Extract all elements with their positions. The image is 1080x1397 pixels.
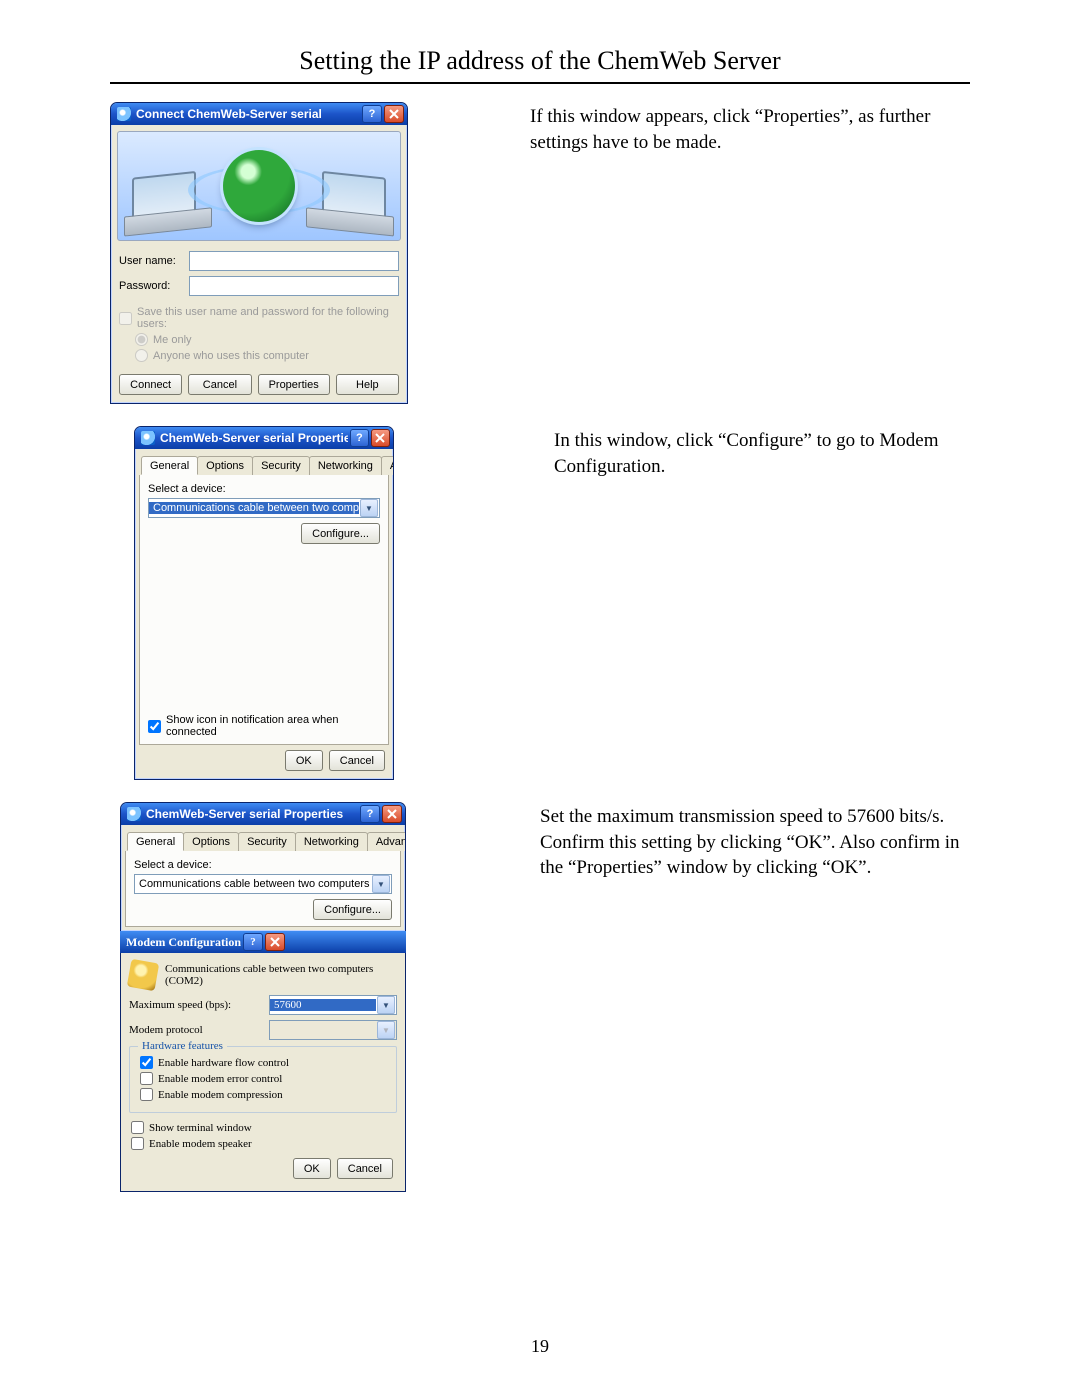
modem-icon: [127, 959, 159, 991]
modem-protocol-label: Modem protocol: [129, 1024, 269, 1036]
hardware-features-group: Hardware features Enable hardware flow c…: [129, 1046, 397, 1113]
tab-bar: General Options Security Networking Adva…: [141, 455, 387, 475]
section2-caption: In this window, click “Configure” to go …: [554, 426, 970, 479]
help-title-button[interactable]: ?: [350, 429, 369, 447]
page-title: Setting the IP address of the ChemWeb Se…: [110, 46, 970, 76]
password-input[interactable]: [189, 276, 399, 296]
section1-caption: If this window appears, click “Propertie…: [530, 102, 970, 155]
max-speed-combobox[interactable]: 57600 ▼: [269, 995, 397, 1015]
modem-config-titlebar: Modem Configuration ?: [120, 931, 406, 953]
cancel-button[interactable]: Cancel: [337, 1158, 393, 1179]
tab-networking[interactable]: Networking: [309, 456, 382, 475]
app-icon: [127, 807, 141, 821]
tab-bar: General Options Security Networking Adva…: [127, 831, 399, 851]
tab-options[interactable]: Options: [183, 832, 239, 851]
properties-window: ChemWeb-Server serial Properties ? Gener…: [134, 426, 394, 780]
cancel-button[interactable]: Cancel: [188, 374, 251, 395]
close-title-button[interactable]: [384, 105, 404, 123]
help-title-button[interactable]: ?: [243, 933, 263, 951]
max-speed-label: Maximum speed (bps):: [129, 999, 269, 1011]
section3-caption: Set the maximum transmission speed to 57…: [540, 802, 970, 881]
chevron-down-icon[interactable]: ▼: [360, 499, 378, 517]
anyone-label: Anyone who uses this computer: [153, 350, 309, 362]
modem-protocol-combobox: ▼: [269, 1020, 397, 1040]
window-title: Connect ChemWeb-Server serial: [136, 107, 360, 121]
show-icon-label: Show icon in notification area when conn…: [166, 714, 380, 738]
modem-device-label: Communications cable between two compute…: [165, 963, 397, 987]
tab-security[interactable]: Security: [238, 832, 296, 851]
max-speed-value: 57600: [270, 999, 376, 1011]
hw-flow-checkbox[interactable]: [140, 1056, 153, 1069]
enable-speaker-checkbox[interactable]: [131, 1137, 144, 1150]
window-title: ChemWeb-Server serial Properties: [160, 431, 348, 445]
hw-compression-label: Enable modem compression: [158, 1089, 283, 1101]
close-title-button[interactable]: [371, 429, 390, 447]
device-value: Communications cable between two compute…: [135, 878, 371, 890]
me-only-radio[interactable]: [135, 333, 148, 346]
configure-button[interactable]: Configure...: [301, 523, 380, 544]
device-label: Select a device:: [148, 483, 380, 495]
help-button[interactable]: Help: [336, 374, 399, 395]
device-combobox[interactable]: Communications cable between two compute…: [148, 498, 380, 518]
window-title: ChemWeb-Server serial Properties: [146, 807, 358, 821]
chevron-down-icon: ▼: [377, 1021, 395, 1039]
show-icon-checkbox[interactable]: [148, 720, 161, 733]
help-title-button[interactable]: ?: [360, 805, 380, 823]
me-only-label: Me only: [153, 334, 192, 346]
hw-compression-checkbox[interactable]: [140, 1088, 153, 1101]
anyone-radio[interactable]: [135, 349, 148, 362]
chevron-down-icon[interactable]: ▼: [377, 996, 395, 1014]
device-value: Communications cable between two compute…: [149, 502, 359, 514]
ok-button[interactable]: OK: [293, 1158, 331, 1179]
modem-config-body: Communications cable between two compute…: [120, 953, 406, 1192]
close-title-button[interactable]: [382, 805, 402, 823]
show-terminal-label: Show terminal window: [149, 1122, 252, 1134]
username-label: User name:: [119, 255, 189, 267]
ok-button[interactable]: OK: [285, 750, 323, 771]
hardware-features-legend: Hardware features: [138, 1040, 227, 1052]
configure-button[interactable]: Configure...: [313, 899, 392, 920]
chevron-down-icon[interactable]: ▼: [372, 875, 390, 893]
save-password-label: Save this user name and password for the…: [137, 306, 399, 330]
page-number: 19: [0, 1336, 1080, 1357]
tab-general[interactable]: General: [127, 832, 184, 851]
username-input[interactable]: [189, 251, 399, 271]
enable-speaker-label: Enable modem speaker: [149, 1138, 252, 1150]
password-label: Password:: [119, 280, 189, 292]
properties-button[interactable]: Properties: [258, 374, 330, 395]
close-title-button[interactable]: [265, 933, 285, 951]
properties-window-3: ChemWeb-Server serial Properties ? Gener…: [120, 802, 406, 931]
hw-flow-label: Enable hardware flow control: [158, 1057, 289, 1069]
save-password-checkbox[interactable]: [119, 312, 132, 325]
title-rule: [110, 82, 970, 84]
connect-window: Connect ChemWeb-Server serial ? User na: [110, 102, 408, 404]
cancel-button[interactable]: Cancel: [329, 750, 385, 771]
show-terminal-checkbox[interactable]: [131, 1121, 144, 1134]
connection-hero-image: [117, 131, 401, 241]
connect-button[interactable]: Connect: [119, 374, 182, 395]
tab-networking[interactable]: Networking: [295, 832, 368, 851]
app-icon: [117, 107, 131, 121]
tab-general[interactable]: General: [141, 456, 198, 475]
tab-advanced[interactable]: Advanced: [367, 832, 406, 851]
help-title-button[interactable]: ?: [362, 105, 382, 123]
tab-options[interactable]: Options: [197, 456, 253, 475]
modem-config-title: Modem Configuration: [126, 935, 241, 950]
tab-security[interactable]: Security: [252, 456, 310, 475]
app-icon: [141, 431, 155, 445]
hw-error-checkbox[interactable]: [140, 1072, 153, 1085]
hw-error-label: Enable modem error control: [158, 1073, 282, 1085]
tab-advanced[interactable]: Advanced: [381, 456, 394, 475]
device-label: Select a device:: [134, 859, 392, 871]
device-combobox[interactable]: Communications cable between two compute…: [134, 874, 392, 894]
